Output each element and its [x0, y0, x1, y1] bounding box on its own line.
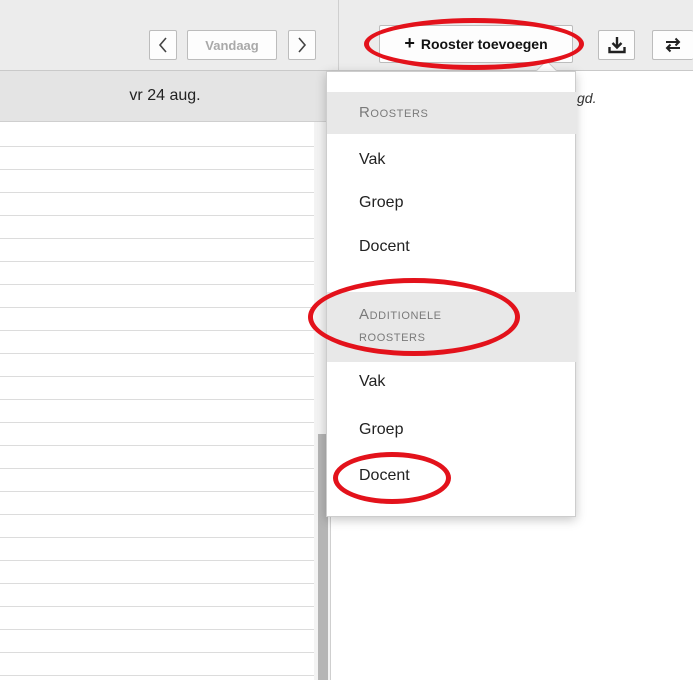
previous-button[interactable] [149, 30, 177, 60]
time-slot-line [0, 284, 314, 285]
menu-item-additional-vak[interactable]: Vak [359, 373, 385, 391]
download-icon [607, 37, 626, 54]
section-header-additionele-roosters: Additionele roosters [327, 292, 577, 362]
chevron-left-icon [158, 37, 167, 53]
time-slot-line [0, 192, 314, 193]
time-slot-line [0, 353, 314, 354]
menu-item-groep[interactable]: Groep [359, 194, 403, 212]
time-slot-line [0, 560, 314, 561]
chevron-right-icon [298, 37, 307, 53]
calendar-grid [0, 122, 314, 680]
time-slot-line [0, 583, 314, 584]
swap-icon [665, 37, 681, 53]
time-slot-line [0, 215, 314, 216]
time-slot-line [0, 675, 314, 676]
swap-button[interactable] [652, 30, 693, 60]
add-schedule-button[interactable]: + Rooster toevoegen [379, 25, 573, 63]
time-slot-line [0, 169, 314, 170]
time-slot-line [0, 468, 314, 469]
today-button[interactable]: Vandaag [187, 30, 277, 60]
time-slot-line [0, 445, 314, 446]
next-button[interactable] [288, 30, 316, 60]
time-slot-line [0, 537, 314, 538]
time-slot-line [0, 238, 314, 239]
right-note-text: gd. [577, 90, 597, 106]
download-button[interactable] [598, 30, 635, 60]
time-slot-line [0, 629, 314, 630]
add-schedule-dropdown: Roosters Vak Groep Docent Additionele ro… [326, 71, 577, 517]
menu-item-vak[interactable]: Vak [359, 151, 385, 169]
time-slot-line [0, 652, 314, 653]
time-slot-line [0, 491, 314, 492]
toolbar-divider [338, 0, 339, 70]
time-slot-line [0, 376, 314, 377]
menu-item-additional-docent[interactable]: Docent [359, 467, 410, 485]
menu-item-additional-groep[interactable]: Groep [359, 421, 403, 439]
time-slot-line [0, 261, 314, 262]
day-header: vr 24 aug. [0, 71, 330, 122]
plus-icon: + [404, 33, 415, 53]
section-header-roosters: Roosters [327, 92, 577, 134]
menu-item-docent[interactable]: Docent [359, 238, 410, 256]
time-slot-line [0, 422, 314, 423]
time-slot-line [0, 514, 314, 515]
toolbar: Vandaag + Rooster toevoegen [0, 0, 693, 71]
section-header-line1: Additionele [359, 306, 442, 323]
time-slot-line [0, 330, 314, 331]
add-schedule-label: Rooster toevoegen [420, 36, 548, 52]
time-slot-line [0, 307, 314, 308]
time-slot-line [0, 399, 314, 400]
time-slot-line [0, 146, 314, 147]
time-slot-line [0, 606, 314, 607]
section-header-line2: roosters [359, 328, 426, 345]
